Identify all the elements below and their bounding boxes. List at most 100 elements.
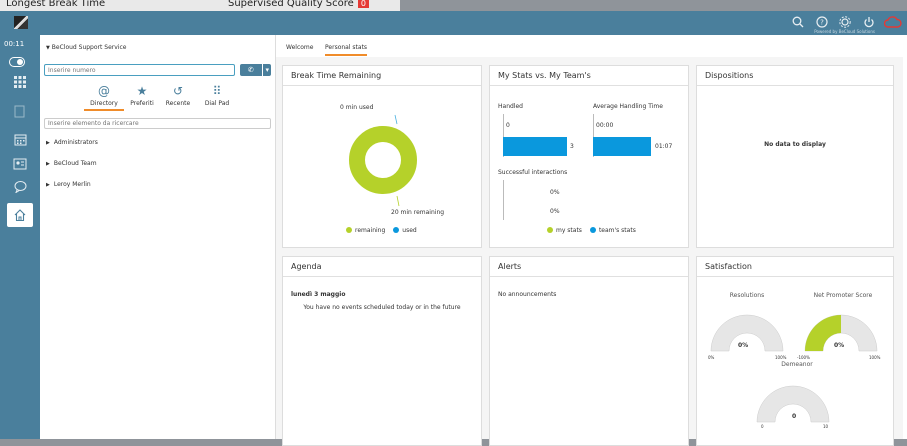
- scrollbar[interactable]: [903, 35, 907, 439]
- tab-preferiti[interactable]: ★ Preferiti: [122, 84, 162, 107]
- card-title: Agenda: [291, 262, 322, 271]
- my-stats-card: My Stats vs. My Team's Handled 0 3 Avera…: [489, 65, 689, 248]
- call-button[interactable]: ✆ ▾: [240, 64, 271, 76]
- caret-right-icon: ▶: [46, 182, 50, 188]
- tree-item-administrators[interactable]: ▶ Administrators: [46, 139, 98, 146]
- caret-down-icon: ▼: [46, 45, 50, 51]
- dialpad-grid-icon[interactable]: [8, 75, 32, 95]
- successful-my-value: 0%: [550, 189, 560, 196]
- search-icon[interactable]: [791, 16, 805, 30]
- star-icon: ★: [136, 84, 148, 98]
- home-icon[interactable]: [7, 203, 33, 227]
- calendar-icon[interactable]: [8, 133, 32, 153]
- tab-recente[interactable]: ↺ Recente: [158, 84, 198, 107]
- successful-axis: [503, 180, 504, 220]
- handled-my-value: 0: [506, 122, 510, 129]
- bg-longest-break-label: Longest Break Time: [6, 0, 106, 9]
- service-selector[interactable]: ▼ BeCloud Support Service: [46, 44, 126, 51]
- top-bar: ? Powered by BeCloud Solutions: [0, 11, 907, 35]
- card-divider: [697, 85, 893, 86]
- card-divider: [283, 85, 481, 86]
- document-icon[interactable]: [8, 105, 32, 125]
- contacts-panel: ▼ BeCloud Support Service ✆ ▾ @ Director…: [40, 35, 276, 439]
- service-name: BeCloud Support Service: [51, 44, 127, 51]
- caret-right-icon: ▶: [46, 161, 50, 167]
- legend-team-stats: team's stats: [589, 227, 636, 234]
- card-title: Break Time Remaining: [291, 71, 382, 80]
- cloud-icon[interactable]: [883, 16, 902, 30]
- break-time-card: Break Time Remaining 0 min used 20 min r…: [282, 65, 482, 248]
- demeanor-max: 10: [823, 424, 829, 429]
- break-legend: remaining used: [346, 227, 425, 234]
- resolutions-label: Resolutions: [729, 292, 765, 299]
- card-divider: [490, 85, 688, 86]
- successful-label: Successful interactions: [498, 169, 568, 176]
- bg-quality-score-label: Supervised Quality Score 0: [228, 0, 369, 9]
- legend-label: team's stats: [598, 227, 636, 234]
- caret-right-icon: ▶: [46, 140, 50, 146]
- session-timer: 00:11: [4, 40, 25, 48]
- chat-icon[interactable]: [8, 180, 32, 200]
- left-rail: 00:11: [0, 35, 40, 439]
- main-dashboard: Welcome Personal stats Break Time Remain…: [276, 35, 907, 446]
- legend-label: used: [402, 227, 417, 234]
- history-icon: ↺: [172, 84, 184, 98]
- powered-by-text: Powered by BeCloud Solutions: [814, 29, 875, 34]
- aht-label: Average Handling Time: [593, 103, 663, 110]
- legend-dot: [547, 227, 553, 233]
- tree-item-leroy-merlin[interactable]: ▶ Leroy Merlin: [46, 181, 91, 188]
- agenda-date: lunedì 3 maggio: [291, 291, 346, 298]
- handled-team-value: 3: [570, 143, 574, 150]
- card-divider: [283, 276, 481, 277]
- card-divider: [697, 276, 893, 277]
- phone-number-input[interactable]: [44, 64, 235, 76]
- help-icon[interactable]: ?: [815, 16, 829, 30]
- tree-item-label: Leroy Merlin: [53, 181, 91, 188]
- handled-label: Handled: [498, 103, 523, 110]
- legend-label: remaining: [355, 227, 386, 234]
- legend-label: my stats: [556, 227, 582, 234]
- tab-personal-stats[interactable]: Personal stats: [325, 44, 368, 56]
- legend-dot: [346, 227, 352, 233]
- nps-label: Net Promoter Score: [813, 292, 873, 299]
- used-leader-line: [394, 114, 398, 125]
- directory-search-input[interactable]: [44, 118, 271, 129]
- power-icon[interactable]: [862, 16, 876, 30]
- phone-icon: ✆: [248, 66, 254, 74]
- at-icon: @: [98, 84, 110, 98]
- resolutions-min: 0%: [708, 355, 715, 360]
- alerts-card: Alerts No announcements: [489, 256, 689, 446]
- settings-icon[interactable]: [838, 16, 852, 30]
- legend-dot: [589, 227, 596, 233]
- aht-team-value: 01:07: [655, 143, 673, 150]
- aht-my-value: 00:00: [596, 122, 614, 129]
- demeanor-value: 0: [792, 413, 797, 420]
- tree-item-label: Administrators: [53, 139, 98, 146]
- dispositions-card: Dispositions No data to display: [696, 65, 894, 248]
- legend-used: used: [393, 227, 417, 234]
- tree-item-becloud-team[interactable]: ▶ BeCloud Team: [46, 160, 97, 167]
- contact-card-icon[interactable]: [8, 157, 32, 177]
- legend-my-stats: my stats: [547, 227, 582, 234]
- tab-preferiti-label: Preferiti: [130, 100, 154, 107]
- no-data-message: No data to display: [764, 141, 826, 148]
- card-divider: [490, 276, 688, 277]
- app-logo: [14, 16, 28, 29]
- break-remaining-label: 20 min remaining: [391, 209, 445, 216]
- background-window-strip: Longest Break Time Supervised Quality Sc…: [0, 0, 400, 11]
- tab-dial-pad[interactable]: ⠿ Dial Pad: [197, 84, 237, 107]
- nps-value: 0%: [834, 342, 845, 349]
- agenda-card: Agenda lunedì 3 maggio You have no event…: [282, 256, 482, 446]
- card-title: Alerts: [498, 262, 522, 271]
- chevron-down-icon[interactable]: ▾: [262, 64, 269, 76]
- handled-team-bar: [503, 137, 567, 156]
- bg-quality-score-badge: 0: [357, 0, 369, 8]
- tab-directory[interactable]: @ Directory: [84, 84, 124, 111]
- status-toggle[interactable]: [9, 57, 25, 67]
- dialpad-icon: ⠿: [212, 84, 222, 98]
- resolutions-value: 0%: [738, 342, 749, 349]
- tab-welcome[interactable]: Welcome: [286, 44, 313, 51]
- donut-remaining-arc: [349, 126, 417, 194]
- dashboard-tabs: Welcome Personal stats: [276, 35, 907, 57]
- card-title: Dispositions: [705, 71, 754, 80]
